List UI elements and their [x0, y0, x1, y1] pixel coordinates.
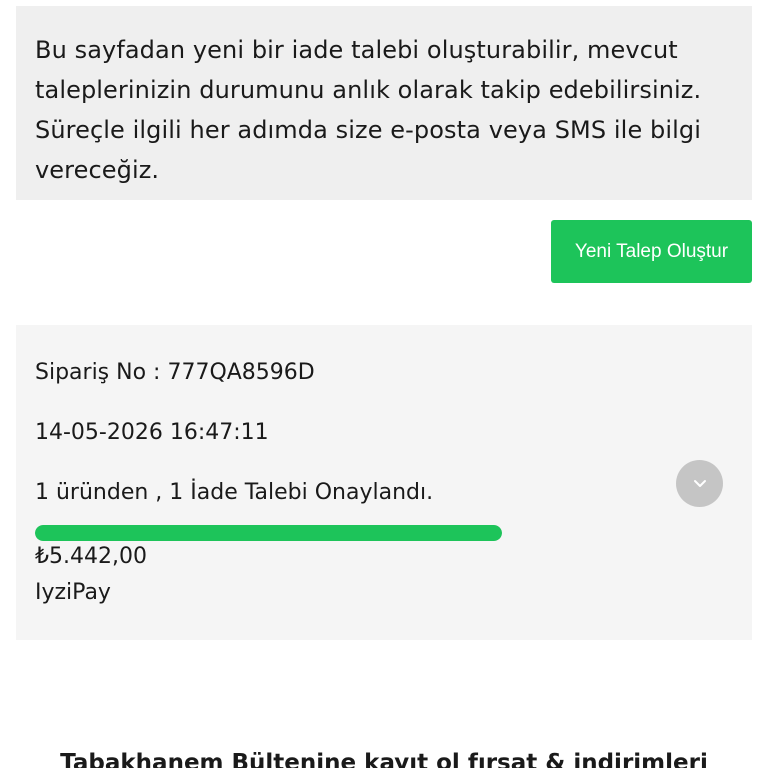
info-box: Bu sayfadan yeni bir iade talebi oluştur… — [16, 6, 752, 200]
chevron-down-icon — [693, 479, 707, 488]
order-number: Sipariş No : 777QA8596D — [35, 360, 315, 385]
info-text: Bu sayfadan yeni bir iade talebi oluştur… — [35, 36, 702, 184]
order-date: 14-05-2026 16:47:11 — [35, 420, 269, 445]
order-price: ₺5.442,00 — [35, 544, 147, 569]
return-requests-page: Bu sayfadan yeni bir iade talebi oluştur… — [0, 0, 768, 768]
expand-order-button[interactable] — [676, 460, 723, 507]
payment-method: IyziPay — [35, 580, 111, 605]
order-status: 1 üründen , 1 İade Talebi Onaylandı. — [35, 480, 434, 505]
order-card[interactable]: Sipariş No : 777QA8596D 14-05-2026 16:47… — [16, 325, 752, 640]
new-request-button[interactable]: Yeni Talep Oluştur — [551, 220, 752, 283]
return-progress-bar — [35, 525, 502, 541]
return-progress-fill — [35, 525, 502, 541]
newsletter-title: Tabakhanem Bültenine kayıt ol fırsat & i… — [60, 750, 708, 768]
